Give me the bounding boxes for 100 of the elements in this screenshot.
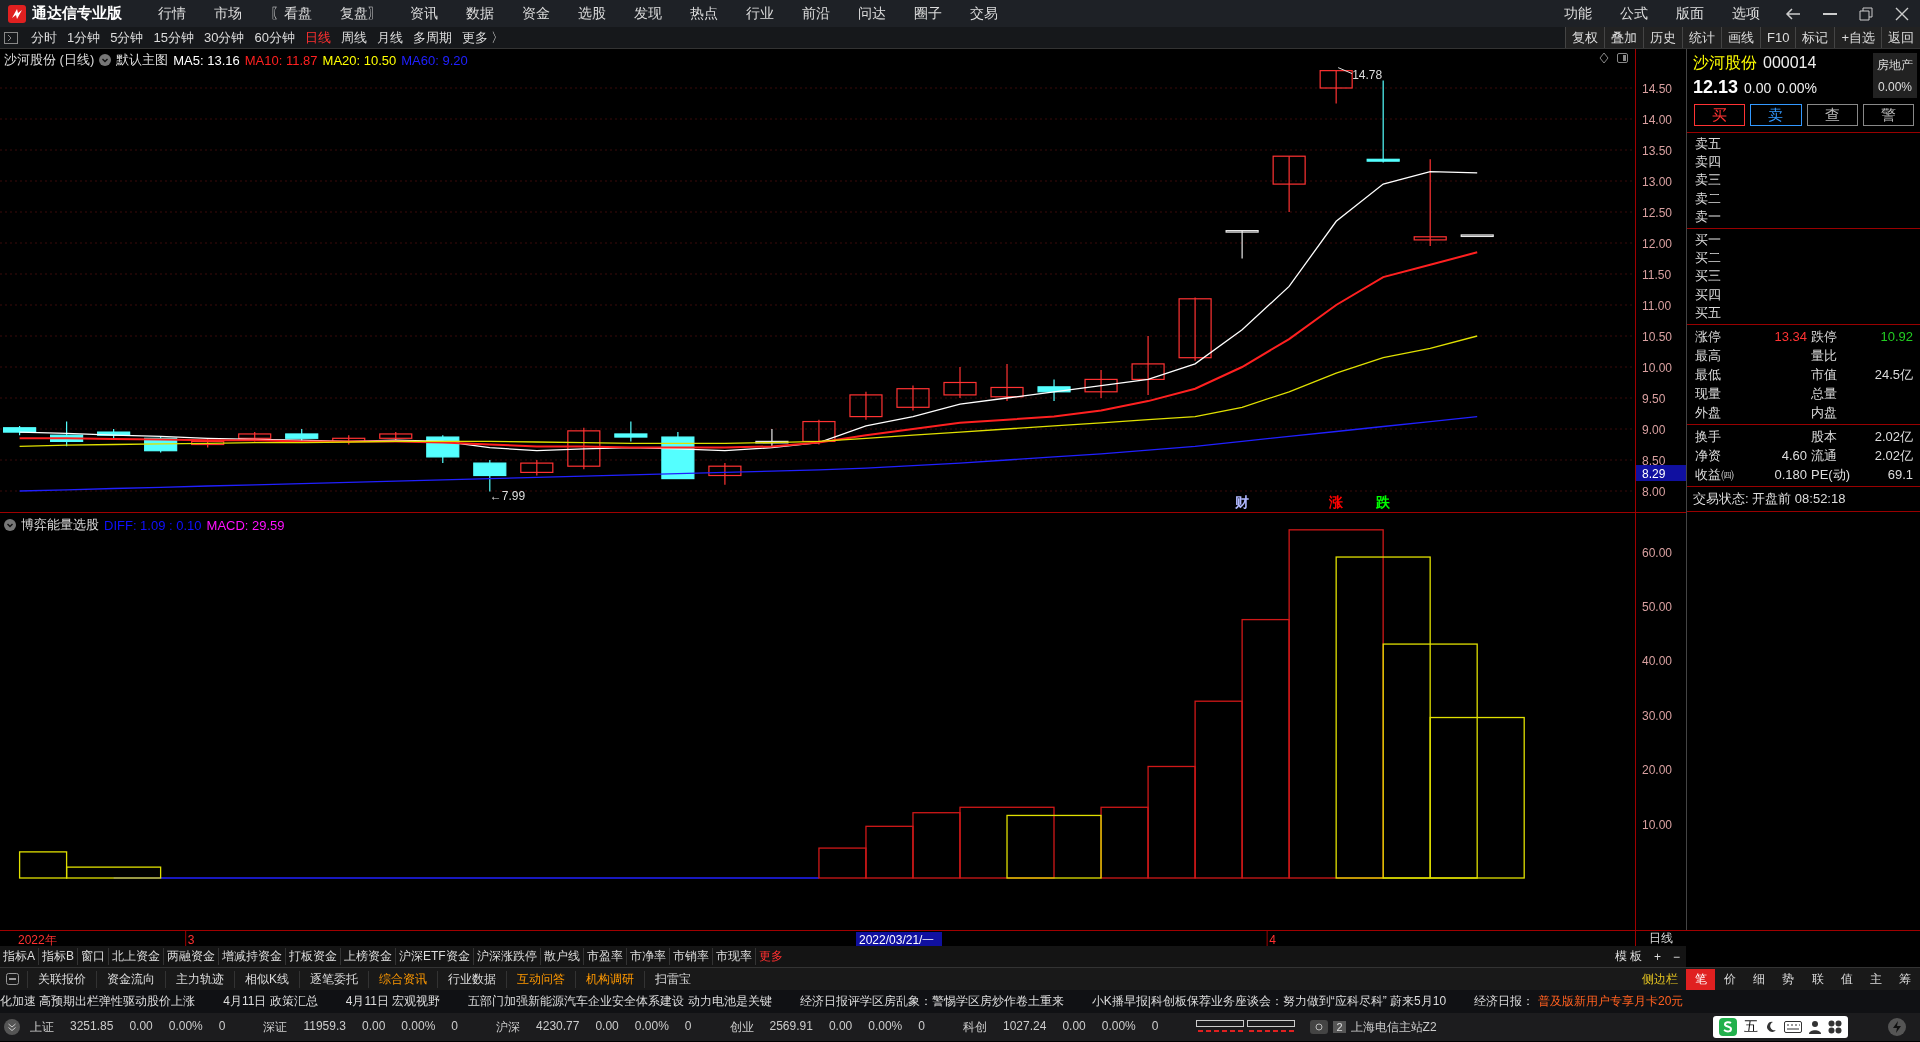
collapse-icon[interactable] — [4, 31, 18, 44]
toolbar-button[interactable]: 画线 — [1721, 27, 1760, 48]
info-tab[interactable]: 主力轨迹 — [165, 970, 234, 988]
period-tab[interactable]: 多周期 — [412, 28, 452, 47]
template-control[interactable]: + — [1653, 949, 1661, 964]
index-name[interactable]: 上证 — [30, 1018, 54, 1036]
period-tab[interactable]: 60分钟 — [254, 28, 295, 47]
indicator-tab[interactable]: 市销率 — [669, 948, 713, 965]
info-tab[interactable]: 逐笔委托 — [299, 970, 368, 988]
trade-button[interactable]: 卖 — [1750, 104, 1802, 126]
indicator-tab[interactable]: 窗口 — [78, 948, 110, 965]
period-tab[interactable]: 15分钟 — [153, 28, 194, 47]
panel-tab[interactable]: 价 — [1715, 968, 1745, 990]
menu-item[interactable]: 复盘〗 — [340, 4, 382, 23]
menu-item[interactable]: 版面 — [1676, 4, 1704, 23]
menu-item[interactable]: 〖看盘 — [270, 4, 312, 23]
server-icon[interactable] — [1310, 1020, 1329, 1034]
period-tab[interactable]: 更多 〉 — [461, 28, 505, 47]
period-tab[interactable]: 1分钟 — [67, 28, 101, 47]
news-headline[interactable]: 五部门加强新能源汽车企业安全体系建设 动力电池是关键 — [468, 993, 772, 1010]
news-headline[interactable]: 经济日报： — [1474, 993, 1535, 1010]
menu-item[interactable]: 公式 — [1620, 4, 1648, 23]
news-headline[interactable]: 经济日报评学区房乱象：警惕学区房炒作卷土重来 — [799, 993, 1064, 1010]
index-name[interactable]: 深证 — [263, 1018, 288, 1036]
chart-template[interactable]: 默认主图 — [116, 51, 169, 69]
panel-tab[interactable]: 筹 — [1890, 968, 1920, 990]
panel-tab[interactable]: 笔 — [1686, 968, 1716, 990]
toolbar-button[interactable]: 复权 — [1565, 27, 1604, 48]
menu-item[interactable]: 热点 — [690, 4, 718, 23]
menu-item[interactable]: 选股 — [578, 4, 606, 23]
info-tab[interactable]: 综合资讯 — [368, 970, 437, 988]
toolbar-button[interactable]: 标记 — [1795, 27, 1835, 48]
restore-icon[interactable] — [1859, 6, 1873, 21]
index-name[interactable]: 科创 — [963, 1018, 987, 1036]
indicator-tab[interactable]: 两融资金 — [164, 948, 220, 965]
menu-item[interactable]: 发现 — [634, 4, 662, 23]
panel-tab[interactable]: 细 — [1744, 968, 1774, 990]
indicator-tab[interactable]: 市盈率 — [583, 948, 627, 965]
sidebar-toggle[interactable]: 侧边栏 — [1634, 970, 1686, 988]
indicator-tab[interactable]: 北上资金 — [109, 948, 165, 965]
info-tab[interactable]: 机构调研 — [575, 970, 644, 988]
lightning-icon[interactable] — [1888, 1018, 1906, 1036]
indicator-tab[interactable]: 指标B — [39, 948, 79, 965]
news-headline[interactable]: 4月11日 宏观视野 — [345, 993, 441, 1010]
indicator-tab[interactable]: 指标A — [0, 948, 39, 965]
menu-item[interactable]: 交易 — [970, 4, 998, 23]
toolbar-button[interactable]: 统计 — [1682, 27, 1721, 48]
menu-item[interactable]: 功能 — [1564, 4, 1592, 23]
template-control[interactable]: 模 板 — [1614, 948, 1642, 965]
panel-tab[interactable]: 联 — [1803, 968, 1833, 990]
panel-tab[interactable]: 势 — [1773, 968, 1803, 990]
index-name[interactable]: 创业 — [729, 1018, 754, 1036]
indicator-tab[interactable]: 沪深ETF资金 — [396, 948, 474, 965]
indicator-tab[interactable]: 打板资金 — [286, 948, 342, 965]
toolbar-button[interactable]: 叠加 — [1604, 27, 1643, 48]
chart-tools-drawing[interactable] — [1599, 52, 1629, 64]
panel-toggle-icon[interactable] — [6, 973, 19, 985]
menu-item[interactable]: 前沿 — [802, 4, 830, 23]
menu-item[interactable]: 资金 — [522, 4, 550, 23]
sector-card[interactable]: 房地产 0.00% — [1873, 53, 1917, 98]
menu-item[interactable]: 圈子 — [914, 4, 942, 23]
panel-tab[interactable]: 值 — [1832, 968, 1862, 990]
toolbar-button[interactable]: 返回 — [1881, 27, 1920, 48]
trade-button[interactable]: 警 — [1862, 104, 1914, 126]
more-tab[interactable]: 更多 — [755, 948, 786, 965]
promo-link[interactable]: 普及版新用户专享月卡20元 — [1538, 993, 1684, 1010]
menu-item[interactable]: 数据 — [466, 4, 494, 23]
trade-button[interactable]: 买 — [1694, 104, 1746, 126]
toolbar-button[interactable]: F10 — [1760, 27, 1796, 48]
period-tab[interactable]: 周线 — [340, 28, 367, 47]
menu-item[interactable]: 资讯 — [410, 4, 438, 23]
indicator-tab[interactable]: 沪深涨跌停 — [473, 948, 541, 965]
news-headline[interactable]: 4月11日 政策汇总 — [223, 993, 318, 1010]
menu-item[interactable]: 问达 — [858, 4, 886, 23]
panel-tab[interactable]: 主 — [1861, 968, 1891, 990]
indicator-tab[interactable]: 增减持资金 — [219, 948, 287, 965]
template-control[interactable]: − — [1673, 949, 1680, 964]
indicator-tab[interactable]: 上榜资金 — [341, 948, 397, 965]
period-tab[interactable]: 月线 — [376, 28, 403, 47]
toolbar-button[interactable]: 历史 — [1643, 27, 1682, 48]
menu-item[interactable]: 行业 — [746, 4, 774, 23]
info-tab[interactable]: 相似K线 — [234, 970, 299, 988]
indicator-tab[interactable]: 市现率 — [712, 948, 756, 965]
dropdown-icon[interactable] — [4, 519, 16, 531]
info-tab[interactable]: 行业数据 — [437, 970, 506, 988]
server-name[interactable]: 上海电信主站Z2 — [1350, 1018, 1437, 1036]
trade-button[interactable]: 查 — [1806, 104, 1858, 126]
dropdown-icon[interactable] — [99, 54, 112, 66]
news-headline[interactable]: 化加速 高预期出栏弹性驱动股价上涨 — [0, 993, 196, 1010]
news-headline[interactable]: 小K播早报|科创板保荐业务座谈会：努力做到“应科尽科” 蔚来5月10 — [1091, 993, 1447, 1010]
back-icon[interactable] — [1785, 7, 1801, 20]
menu-item[interactable]: 行情 — [158, 4, 186, 23]
minimize-icon[interactable] — [1823, 12, 1837, 15]
input-method-toolbar[interactable]: 五 — [1713, 1016, 1848, 1038]
close-icon[interactable] — [1895, 6, 1909, 21]
indicator-tab[interactable]: 市净率 — [626, 948, 670, 965]
period-tab[interactable]: 30分钟 — [203, 28, 245, 47]
info-tab[interactable]: 扫雷宝 — [644, 970, 701, 988]
info-tab[interactable]: 关联报价 — [27, 970, 96, 988]
expand-icon[interactable] — [4, 1019, 20, 1035]
